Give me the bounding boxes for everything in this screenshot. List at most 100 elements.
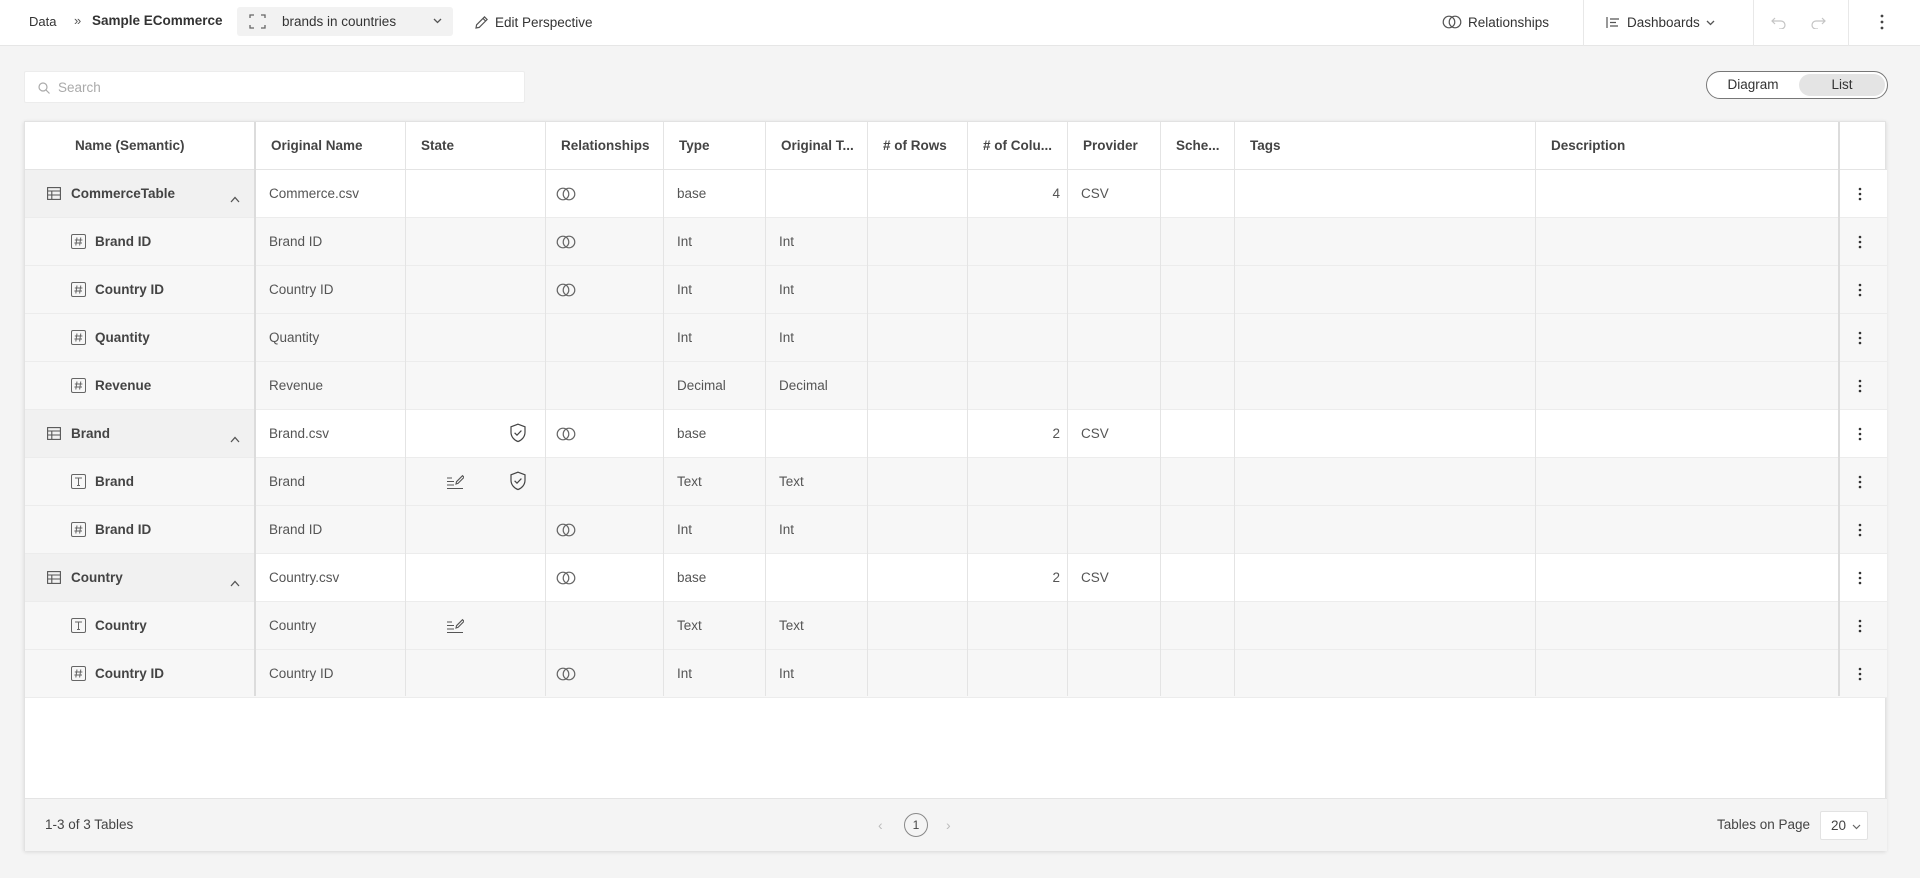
field-row[interactable]: Country Country Text Text bbox=[25, 602, 1887, 650]
field-row[interactable]: Brand Brand Text Text bbox=[25, 458, 1887, 506]
relationships-button[interactable]: Relationships bbox=[1442, 7, 1549, 37]
row-menu-icon[interactable] bbox=[1853, 235, 1867, 249]
field-row[interactable]: Brand ID Brand ID Int Int bbox=[25, 506, 1887, 554]
table-row[interactable]: Brand Brand.csv base 2 CSV bbox=[25, 410, 1887, 458]
cell-original-type bbox=[765, 554, 867, 601]
cell-original-type bbox=[765, 170, 867, 217]
column-header-state[interactable]: State bbox=[405, 122, 545, 170]
redo-icon[interactable] bbox=[1810, 15, 1826, 29]
relationships-icon[interactable] bbox=[556, 571, 576, 588]
relationships-icon[interactable] bbox=[556, 283, 576, 300]
more-vertical-icon[interactable] bbox=[1879, 14, 1885, 30]
hash-icon bbox=[71, 282, 86, 300]
cell-type: Int bbox=[677, 330, 693, 345]
breadcrumb-data[interactable]: Data bbox=[29, 14, 56, 29]
cell-schema bbox=[1160, 650, 1234, 697]
row-menu-icon[interactable] bbox=[1853, 523, 1867, 537]
cell-rows bbox=[867, 362, 967, 409]
cell-rows bbox=[867, 218, 967, 265]
column-divider bbox=[545, 122, 546, 696]
perspective-dropdown[interactable]: brands in countries bbox=[237, 7, 453, 36]
column-divider bbox=[254, 122, 256, 696]
cell-tags bbox=[1234, 218, 1535, 265]
column-header-original-type[interactable]: Original T... bbox=[765, 122, 867, 170]
column-divider bbox=[1838, 122, 1840, 696]
collapse-chevron-up-icon[interactable] bbox=[230, 430, 240, 446]
field-row[interactable]: Revenue Revenue Decimal Decimal bbox=[25, 362, 1887, 410]
relationships-icon[interactable] bbox=[556, 235, 576, 252]
column-header-rows[interactable]: # of Rows bbox=[867, 122, 967, 170]
relationships-icon[interactable] bbox=[556, 187, 576, 204]
column-header-description[interactable]: Description bbox=[1535, 122, 1835, 170]
collapse-chevron-up-icon[interactable] bbox=[230, 190, 240, 206]
cell-schema bbox=[1160, 554, 1234, 601]
undo-icon[interactable] bbox=[1771, 15, 1787, 29]
relationships-icon[interactable] bbox=[556, 427, 576, 444]
edit-perspective-button[interactable]: Edit Perspective bbox=[474, 7, 593, 37]
diagram-view-button[interactable]: Diagram bbox=[1710, 74, 1796, 96]
row-menu-icon[interactable] bbox=[1853, 331, 1867, 345]
cell-provider bbox=[1067, 602, 1160, 649]
hash-icon bbox=[71, 666, 86, 684]
table-icon bbox=[47, 187, 61, 203]
cell-schema bbox=[1160, 362, 1234, 409]
chevron-down-icon bbox=[1706, 20, 1715, 25]
field-row[interactable]: Brand ID Brand ID Int Int bbox=[25, 218, 1887, 266]
search-input[interactable] bbox=[58, 72, 508, 102]
cell-type: Text bbox=[677, 618, 702, 633]
cell-original-name: Commerce.csv bbox=[269, 186, 360, 201]
search-box bbox=[24, 71, 525, 103]
field-row[interactable]: Quantity Quantity Int Int bbox=[25, 314, 1887, 362]
table-name: Brand bbox=[71, 426, 111, 441]
dashboards-button[interactable]: Dashboards bbox=[1606, 7, 1715, 37]
column-header-original-name[interactable]: Original Name bbox=[255, 122, 405, 170]
tables-on-page-select[interactable]: 20 bbox=[1820, 811, 1868, 840]
next-page-button[interactable]: › bbox=[946, 817, 951, 833]
row-menu-icon[interactable] bbox=[1853, 619, 1867, 633]
column-header-schema[interactable]: Sche... bbox=[1160, 122, 1234, 170]
cell-rows bbox=[867, 410, 967, 457]
row-menu-icon[interactable] bbox=[1853, 475, 1867, 489]
column-header-type[interactable]: Type bbox=[663, 122, 765, 170]
cell-description bbox=[1535, 410, 1835, 457]
cell-tags bbox=[1234, 362, 1535, 409]
list-view-button[interactable]: List bbox=[1799, 74, 1885, 96]
column-header-tags[interactable]: Tags bbox=[1234, 122, 1535, 170]
column-header-columns[interactable]: # of Colu... bbox=[967, 122, 1067, 170]
cell-description bbox=[1535, 266, 1835, 313]
cell-cols bbox=[967, 458, 1067, 505]
field-row[interactable]: Country ID Country ID Int Int bbox=[25, 650, 1887, 698]
row-menu-icon[interactable] bbox=[1853, 187, 1867, 201]
chevron-down-icon bbox=[1852, 824, 1861, 830]
edit-list-icon[interactable] bbox=[446, 472, 465, 493]
edit-list-icon[interactable] bbox=[446, 616, 465, 637]
cell-schema bbox=[1160, 266, 1234, 313]
row-menu-icon[interactable] bbox=[1853, 571, 1867, 585]
cell-schema bbox=[1160, 314, 1234, 361]
shield-check-icon[interactable] bbox=[509, 471, 527, 494]
field-name: Brand bbox=[95, 474, 135, 489]
row-menu-icon[interactable] bbox=[1853, 667, 1867, 681]
current-page[interactable]: 1 bbox=[904, 813, 928, 837]
cell-tags bbox=[1234, 410, 1535, 457]
cell-cols: 2 bbox=[1052, 570, 1060, 585]
cell-schema bbox=[1160, 170, 1234, 217]
table-row[interactable]: Country Country.csv base 2 CSV bbox=[25, 554, 1887, 602]
relationships-icon[interactable] bbox=[556, 667, 576, 684]
row-menu-icon[interactable] bbox=[1853, 427, 1867, 441]
cell-original-type: Text bbox=[779, 474, 804, 489]
table-header: Name (Semantic) Original Name State Rela… bbox=[25, 122, 1887, 170]
prev-page-button[interactable]: ‹ bbox=[878, 817, 883, 833]
relationships-icon[interactable] bbox=[556, 523, 576, 540]
collapse-chevron-up-icon[interactable] bbox=[230, 574, 240, 590]
column-header-relationships[interactable]: Relationships bbox=[545, 122, 663, 170]
row-menu-icon[interactable] bbox=[1853, 379, 1867, 393]
column-header-name[interactable]: Name (Semantic) bbox=[25, 122, 255, 170]
cell-original-name: Country ID bbox=[269, 666, 334, 681]
name-cell bbox=[25, 458, 255, 505]
row-menu-icon[interactable] bbox=[1853, 283, 1867, 297]
column-header-provider[interactable]: Provider bbox=[1067, 122, 1160, 170]
field-row[interactable]: Country ID Country ID Int Int bbox=[25, 266, 1887, 314]
shield-check-icon[interactable] bbox=[509, 423, 527, 446]
table-row[interactable]: CommerceTable Commerce.csv base 4 CSV bbox=[25, 170, 1887, 218]
